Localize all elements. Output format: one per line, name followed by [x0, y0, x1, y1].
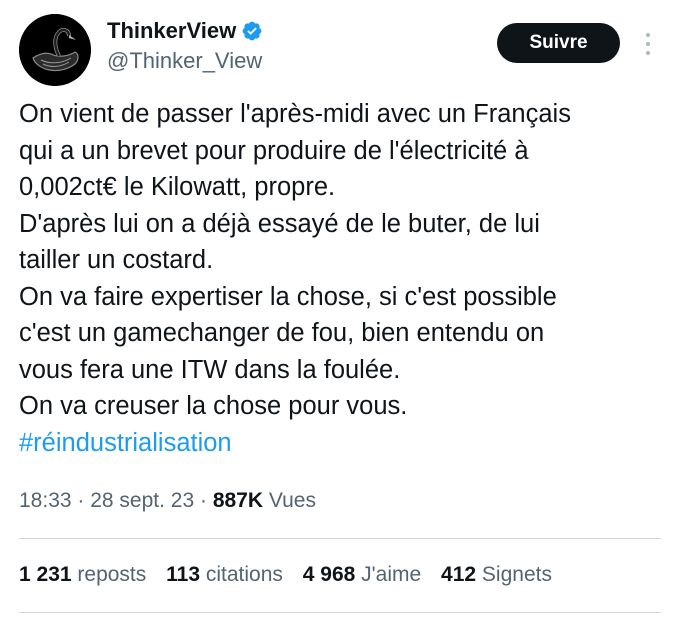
divider: [19, 612, 661, 613]
quotes-label: citations: [205, 563, 283, 586]
bookmarks-count: 412: [441, 563, 477, 586]
verified-badge-icon: [242, 21, 262, 41]
reposts-count: 1 231: [19, 563, 72, 586]
avatar[interactable]: [19, 14, 91, 86]
tweet-line: qui a un brevet pour produire de l'élect…: [19, 136, 529, 165]
bookmarks-stat[interactable]: 412 Signets: [441, 563, 552, 586]
tweet-line: c'est un gamechanger de fou, bien entend…: [19, 319, 545, 347]
author-name-row[interactable]: ThinkerView: [107, 18, 263, 44]
tweet-line: On va creuser la chose pour vous.: [19, 392, 408, 420]
views-label: Vues: [268, 489, 316, 512]
hashtag-link[interactable]: #réindustrialisation: [19, 425, 669, 462]
meta-separator: ·: [194, 489, 213, 512]
divider: [19, 538, 661, 539]
tweet-line: tailler un costard.: [19, 246, 214, 274]
tweet-time[interactable]: 18:33: [19, 489, 72, 512]
likes-count: 4 968: [302, 563, 356, 586]
tweet-line: D'après lui on a déjà essayé de le buter…: [19, 209, 540, 238]
quotes-count: 113: [166, 563, 201, 586]
tweet-line: 0,002ct€ le Kilowatt, propre.: [19, 173, 336, 201]
display-name[interactable]: ThinkerView: [107, 18, 236, 44]
author-handle[interactable]: @Thinker_View: [107, 48, 262, 74]
engagement-stats: 1 231 reposts 113 citations 4 968 J'aime…: [19, 563, 566, 587]
reposts-label: reposts: [77, 563, 147, 586]
tweet-line: On vient de passer l'après-midi avec un …: [19, 100, 571, 128]
reposts-stat[interactable]: 1 231 reposts: [19, 563, 146, 586]
follow-button[interactable]: Suivre: [497, 23, 620, 63]
meta-separator: ·: [71, 489, 91, 512]
tweet-line: On va faire expertiser la chose, si c'es…: [19, 282, 557, 311]
tweet-line: vous fera une ITW dans la foulée.: [19, 355, 401, 384]
tweet-text: On vient de passer l'après-midi avec un …: [19, 96, 669, 461]
more-vertical-icon[interactable]: [641, 31, 655, 57]
likes-stat[interactable]: 4 968 J'aime: [303, 563, 421, 586]
tweet-meta: 18:33 · 28 sept. 23 · 887K Vues: [19, 489, 316, 513]
quotes-stat[interactable]: 113 citations: [166, 563, 283, 586]
bookmarks-label: Signets: [481, 563, 552, 586]
likes-label: J'aime: [361, 563, 422, 586]
black-swan-icon: [19, 14, 91, 86]
views-count[interactable]: 887K: [213, 489, 263, 512]
tweet-date[interactable]: 28 sept. 23: [90, 489, 194, 512]
